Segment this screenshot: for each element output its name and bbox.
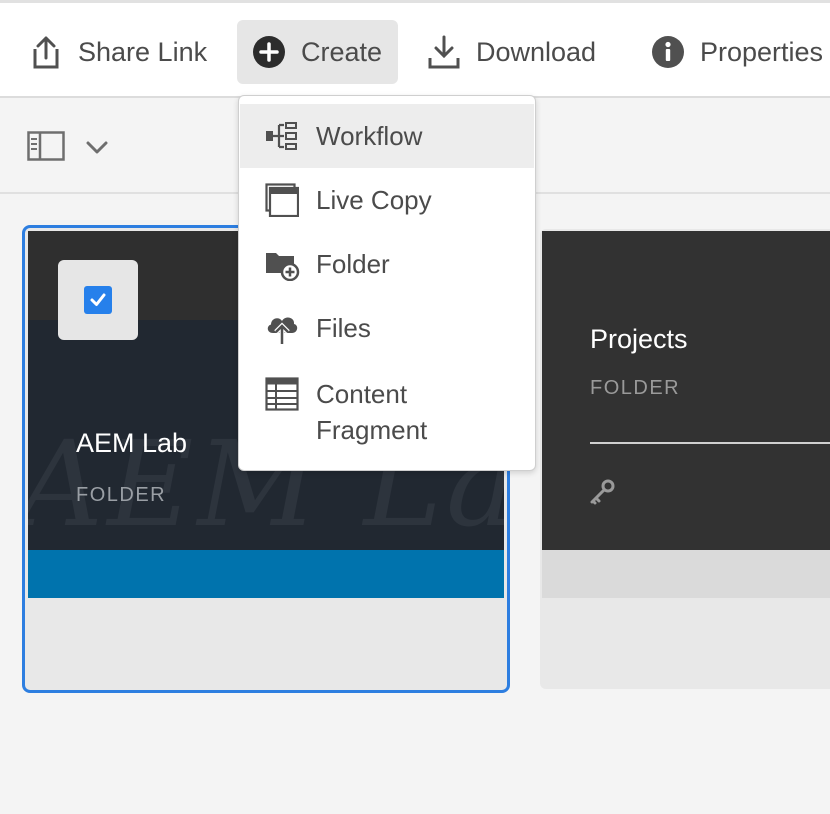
add-circle-icon: [251, 34, 287, 70]
rail-toggle-button[interactable]: [26, 130, 66, 166]
card-divider: [590, 442, 830, 444]
menu-item-label: Folder: [316, 249, 390, 279]
menu-item-label: Live Copy: [316, 185, 432, 215]
menu-item-files[interactable]: Files: [240, 296, 534, 360]
properties-button[interactable]: Properties (: [650, 20, 830, 84]
card-type: FOLDER: [590, 377, 681, 399]
chevron-down-icon[interactable]: [84, 135, 110, 161]
download-icon: [426, 34, 462, 70]
upload-cloud-icon: [264, 310, 300, 346]
card-selected-band: [28, 550, 504, 598]
card-footer: [542, 550, 830, 598]
card-body: [542, 231, 830, 550]
share-icon: [28, 34, 64, 70]
checkbox-checked: [84, 286, 112, 314]
menu-item-label: Content Fragment: [316, 379, 428, 445]
create-button[interactable]: Create: [237, 20, 398, 84]
create-label: Create: [301, 36, 383, 67]
checkmark-icon: [90, 293, 106, 306]
info-icon: [650, 34, 686, 70]
card-title: Projects: [590, 324, 688, 354]
download-button[interactable]: Download: [426, 20, 596, 84]
content-fragment-icon: [264, 376, 300, 412]
live-copy-icon: [264, 182, 300, 218]
menu-item-content-fragment[interactable]: Content Fragment: [240, 360, 534, 460]
rail-icon: [27, 130, 65, 166]
workflow-icon: [264, 118, 300, 154]
properties-label: Properties (: [700, 36, 830, 67]
card-select-checkbox[interactable]: [58, 260, 138, 340]
download-label: Download: [476, 36, 597, 67]
action-bar: Share Link Create Download Properties (: [0, 3, 830, 98]
menu-item-live-copy[interactable]: Live Copy: [240, 168, 534, 232]
menu-item-folder[interactable]: Folder: [240, 232, 534, 296]
folder-add-icon: [264, 246, 300, 282]
create-menu: Workflow Live Copy Folder Files Content …: [238, 95, 536, 471]
card-projects[interactable]: Projects FOLDER: [540, 229, 830, 689]
menu-item-label: Workflow: [316, 121, 423, 151]
menu-item-workflow[interactable]: Workflow: [240, 104, 534, 168]
key-icon: [588, 478, 616, 506]
share-link-label: Share Link: [78, 36, 208, 67]
card-title: AEM Lab: [76, 428, 188, 458]
share-link-button[interactable]: Share Link: [28, 20, 207, 84]
card-type: FOLDER: [76, 484, 167, 506]
menu-item-label: Files: [316, 313, 371, 343]
